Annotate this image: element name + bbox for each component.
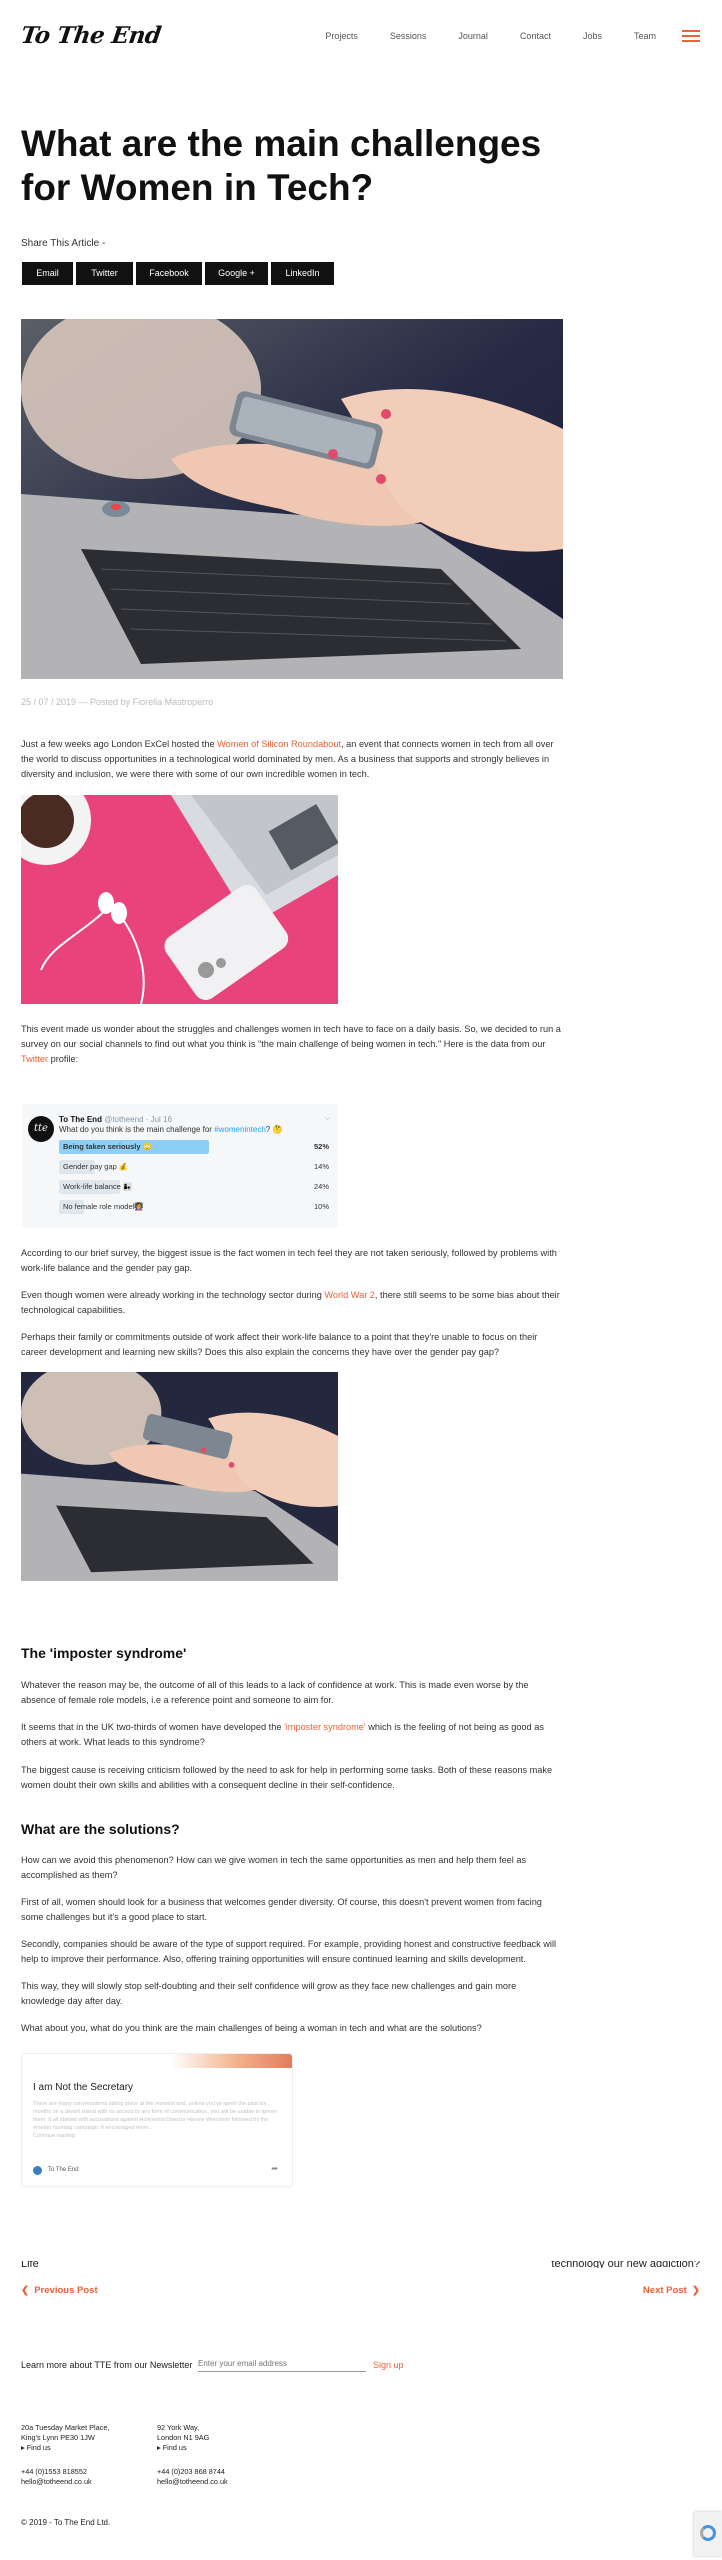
contact-kings-lynn: +44 (0)1553 818552 hello@totheend.co.uk [21,2467,92,2487]
email-link[interactable]: hello@totheend.co.uk [157,2477,228,2487]
paragraph-growth: This way, they will slowly stop self-dou… [21,1981,517,2006]
paragraph-findings: According to our brief survey, the bigge… [21,1248,557,1273]
poll-percent: 10% [313,1202,329,1211]
embedded-post-card[interactable]: I am Not the Secretary There are many co… [22,2054,292,2186]
link-women-of-silicon-roundabout[interactable]: Women of Silicon Roundabout [217,739,341,749]
poll-percent: 52% [313,1142,329,1151]
copyright: © 2019 - To The End Ltd. [21,2518,111,2527]
share-twitter-button[interactable]: Twitter [76,262,133,285]
tweet-handle: @totheend · Jul 16 [104,1115,172,1124]
office-kings-lynn: 20a Tuesday Market Place, King's Lynn PE… [21,2423,110,2453]
poll-label: Being taken seriously 🙄 [63,1142,152,1151]
next-post-title-clipped: technology our new addiction? [551,2261,700,2268]
share-buttons: Email Twitter Facebook Google + LinkedIn [22,262,334,285]
card-title[interactable]: I am Not the Secretary [33,2082,133,2093]
share-label: Share This Article - [21,238,106,249]
chevron-right-icon: ❯ [692,2285,700,2296]
card-image [22,2054,292,2068]
link-twitter-profile[interactable]: Twitter [21,1054,48,1064]
paragraph-causes: The biggest cause is receiving criticism… [21,1765,553,1790]
nav-contact[interactable]: Contact [520,31,551,41]
recaptcha-badge-icon[interactable] [694,2512,722,2556]
chevron-left-icon: ❮ [21,2285,29,2296]
phone-link[interactable]: +44 (0)1553 818552 [21,2467,92,2477]
heading-solutions: What are the solutions? [21,1821,180,1837]
card-excerpt: There are many conversations taking plac… [33,2101,277,2139]
paragraph-imposter: It seems that in the UK two-thirds of wo… [21,1722,544,1747]
main-nav: Projects Sessions Journal Contact Jobs T… [293,31,656,41]
share-facebook-button[interactable]: Facebook [136,262,202,285]
tweet-author: To The End @totheend · Jul 16 [59,1115,172,1124]
desk-flatlay-image [21,795,338,1004]
nav-sessions[interactable]: Sessions [390,31,427,41]
paragraph-first: First of all, women should look for a bu… [21,1897,542,1922]
card-continue-link[interactable]: Continue reading [33,2133,75,2139]
nav-team[interactable]: Team [634,31,656,41]
link-world-war-2[interactable]: World War 2 [324,1290,375,1300]
poll-label: No female role model👩‍🏫 [63,1202,144,1211]
paragraph-question: What about you, what do you think are th… [21,2023,482,2033]
chevron-down-icon[interactable]: ⌵ [325,1115,330,1123]
paragraph-intro: Just a few weeks ago London ExCel hosted… [21,739,554,779]
heading-imposter-syndrome: The 'imposter syndrome' [21,1645,187,1661]
share-icon[interactable]: ➦ [271,2164,278,2173]
site-logo[interactable]: To The End [19,22,162,49]
previous-post-link[interactable]: ❮ Previous Post [21,2285,98,2296]
find-us-link[interactable]: ▸ Find us [157,2443,209,2453]
article-title: What are the main challenges for Women i… [21,123,542,208]
wordpress-icon [33,2166,42,2175]
paragraph-history: Even though women were already working i… [21,1290,560,1315]
hero-image [21,319,563,679]
site-header: To The End Projects Sessions Journal Con… [0,0,722,72]
share-linkedin-button[interactable]: LinkedIn [271,262,334,285]
phone-link[interactable]: +44 (0)203 868 8744 [157,2467,228,2477]
tweet-question: What do you think is the main challenge … [59,1125,283,1134]
office-london: 92 York Way, London N1 9AG ▸ Find us [157,2423,210,2453]
share-email-button[interactable]: Email [22,262,73,285]
paragraph-second: Secondly, companies should be aware of t… [21,1939,557,1964]
poll-option: Gender pay gap 💰 14% [59,1160,329,1174]
share-google-button[interactable]: Google + [205,262,268,285]
paragraph-balance: Perhaps their family or commitments outs… [21,1332,538,1357]
poll-option: Work-life balance 👩‍👧 24% [59,1180,329,1194]
poll-percent: 24% [313,1182,329,1191]
hamburger-menu-icon[interactable] [682,30,700,42]
nav-jobs[interactable]: Jobs [583,31,602,41]
poll-option: No female role model👩‍🏫 10% [59,1200,329,1214]
next-post-link[interactable]: Next Post ❯ [643,2285,700,2296]
phone-laptop-image [21,1372,338,1581]
poll-option: Being taken seriously 🙄 52% [59,1140,329,1154]
link-imposter-syndrome[interactable]: 'imposter syndrome' [284,1722,366,1732]
newsletter-email-input[interactable] [198,2356,366,2372]
poll-label: Gender pay gap 💰 [63,1162,129,1171]
poll-percent: 14% [313,1162,329,1171]
nav-journal[interactable]: Journal [458,31,488,41]
card-source: To The End [48,2167,79,2173]
newsletter-label: Learn more about TTE from our Newsletter [21,2360,193,2370]
find-us-link[interactable]: ▸ Find us [21,2443,109,2453]
email-link[interactable]: hello@totheend.co.uk [21,2477,92,2487]
tweet-hashtag[interactable]: #womenintech [214,1125,266,1134]
embedded-tweet-poll[interactable]: tte To The End @totheend · Jul 16 ⌵ What… [22,1104,338,1228]
poll-label: Work-life balance 👩‍👧 [63,1182,133,1191]
post-meta: 25 / 07 / 2019 — Posted by Fiorella Mast… [21,697,214,707]
newsletter-signup-button[interactable]: Sign up [373,2360,404,2370]
paragraph-survey: This event made us wonder about the stru… [21,1024,561,1064]
nav-projects[interactable]: Projects [325,31,358,41]
prev-post-title-clipped: Life [21,2261,39,2268]
paragraph-confidence: Whatever the reason may be, the outcome … [21,1680,529,1705]
paragraph-avoid: How can we avoid this phenomenon? How ca… [21,1855,527,1880]
contact-london: +44 (0)203 868 8744 hello@totheend.co.uk [157,2467,228,2487]
tweet-avatar: tte [28,1116,54,1142]
